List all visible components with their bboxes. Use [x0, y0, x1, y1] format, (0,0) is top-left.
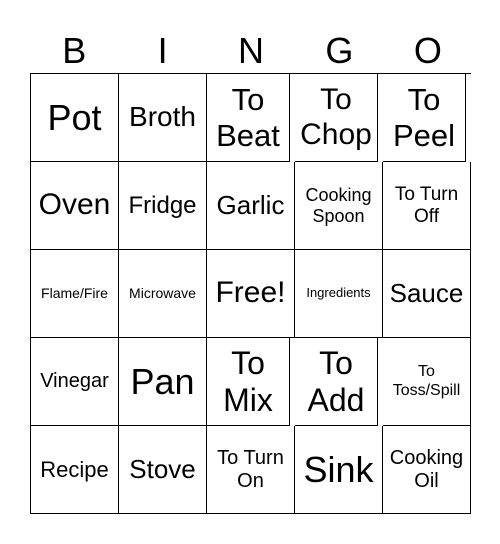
header-letter-i: I	[157, 30, 168, 71]
bingo-cell[interactable]: Flame/Fire	[31, 250, 119, 338]
header-letter-n: N	[238, 30, 265, 71]
bingo-cell[interactable]: To Chop	[295, 74, 378, 162]
bingo-cell[interactable]: To Add	[295, 338, 378, 426]
bingo-cell[interactable]: Fridge	[119, 162, 207, 250]
bingo-cell[interactable]: To Beat	[207, 74, 290, 162]
bingo-cell[interactable]: Oven	[31, 162, 119, 250]
bingo-grid: Pot Broth To Beat To Chop To Peel Oven Fridge G…	[30, 73, 471, 514]
header-letter-b: B	[62, 30, 87, 71]
bingo-cell[interactable]: Sauce	[383, 250, 471, 338]
bingo-header: B I N G O	[30, 28, 472, 74]
bingo-cell[interactable]: Free!	[207, 250, 295, 338]
bingo-cell[interactable]: Microwave	[119, 250, 207, 338]
bingo-cell[interactable]: Pan	[119, 338, 207, 426]
header-letter-o: O	[413, 30, 442, 71]
bingo-cell[interactable]: Cooking Oil	[383, 426, 471, 514]
bingo-cell[interactable]: Recipe	[31, 426, 119, 514]
bingo-cell[interactable]: Broth	[119, 74, 207, 162]
bingo-cell[interactable]: Cooking Spoon	[295, 162, 383, 250]
bingo-cell[interactable]: To Turn On	[207, 426, 295, 514]
bingo-cell[interactable]: To Toss/Spill	[383, 338, 471, 426]
bingo-cell[interactable]: To Turn Off	[383, 162, 471, 250]
header-letter-g: G	[325, 30, 354, 71]
bingo-cell[interactable]: To Peel	[383, 74, 466, 162]
bingo-cell[interactable]: Ingredients	[295, 250, 383, 338]
bingo-cell[interactable]: Sink	[295, 426, 383, 514]
bingo-cell[interactable]: Vinegar	[31, 338, 119, 426]
bingo-cell[interactable]: Pot	[31, 74, 119, 162]
bingo-cell[interactable]: Stove	[119, 426, 207, 514]
bingo-cell[interactable]: Garlic	[207, 162, 295, 250]
bingo-cell[interactable]: To Mix	[207, 338, 290, 426]
